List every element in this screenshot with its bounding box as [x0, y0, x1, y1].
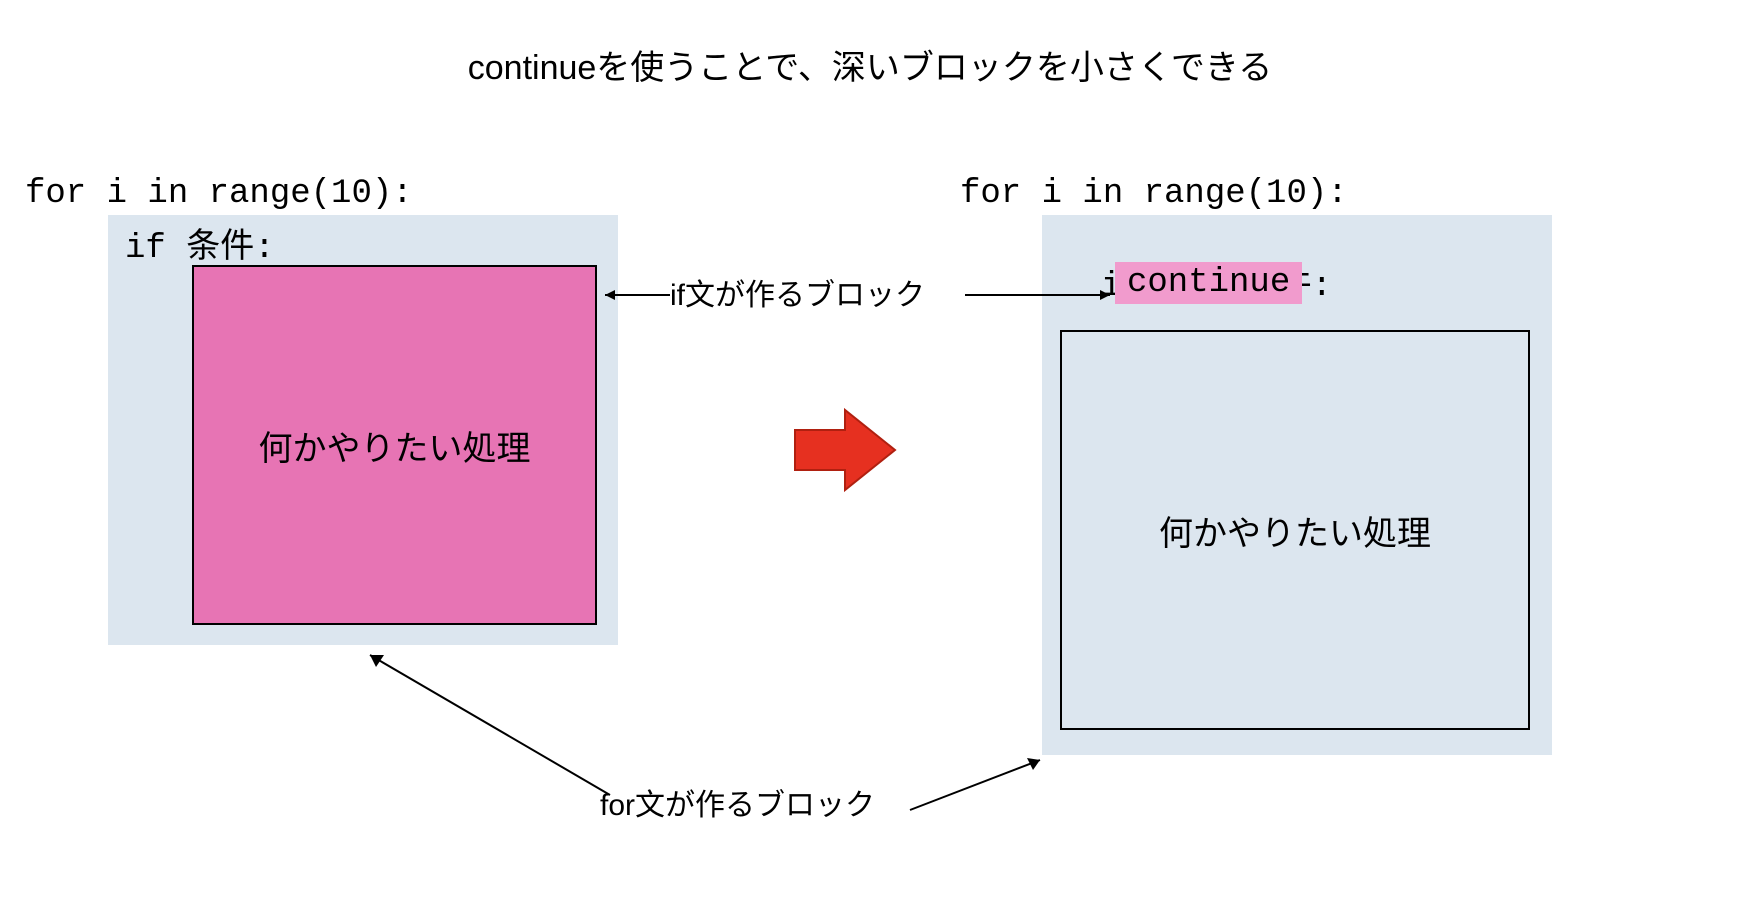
arrow-to-left-for-icon	[360, 645, 620, 805]
right-continue-box: continue	[1115, 262, 1302, 304]
right-for-line: for i in range(10):	[960, 175, 1348, 213]
left-if-block: 何かやりたい処理	[192, 265, 597, 625]
left-if-line: if 条件:	[125, 218, 275, 268]
left-for-line: for i in range(10):	[25, 175, 413, 213]
arrow-to-left-if-icon	[595, 285, 675, 305]
left-task-label: 何かやりたい処理	[259, 421, 531, 470]
arrow-right-icon	[785, 400, 905, 500]
if-block-label: if文が作るブロック	[670, 270, 925, 314]
right-task-box: 何かやりたい処理	[1060, 330, 1530, 730]
arrow-to-right-if-icon	[960, 285, 1120, 305]
diagram-title: continueを使うことで、深いブロックを小さくできる	[0, 40, 1740, 89]
arrow-to-right-for-icon	[905, 750, 1055, 820]
for-block-label: for文が作るブロック	[600, 780, 875, 824]
right-task-label: 何かやりたい処理	[1159, 506, 1431, 555]
